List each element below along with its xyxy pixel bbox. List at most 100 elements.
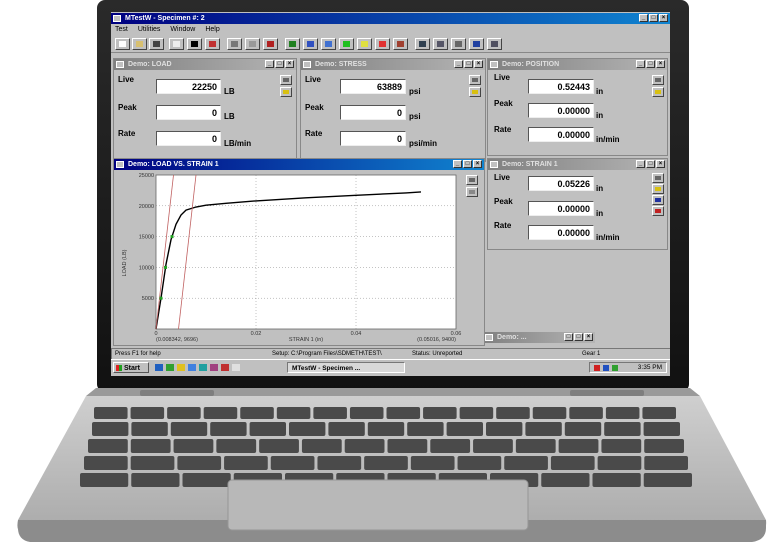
position-panel-title-bar[interactable]: Demo: POSITION _ □ ×: [488, 59, 667, 70]
stop-button[interactable]: [263, 38, 278, 50]
minimize-button[interactable]: _: [454, 60, 463, 68]
camera-icon: [419, 41, 426, 47]
maximize-button[interactable]: □: [649, 14, 658, 22]
stop-icon: [267, 41, 274, 47]
reset-button[interactable]: [652, 87, 664, 97]
copy-button[interactable]: [652, 75, 664, 85]
save-button[interactable]: [149, 38, 164, 50]
app-title-bar[interactable]: MTestW - Specimen #: 2 _ □ ×: [111, 13, 670, 24]
restore-button[interactable]: □: [564, 333, 573, 341]
ramp-button[interactable]: [393, 38, 408, 50]
notepad-icon[interactable]: [232, 364, 240, 371]
strain-rate-unit: in/min: [596, 233, 620, 242]
fos-button[interactable]: [375, 38, 390, 50]
close-button[interactable]: ×: [656, 160, 665, 168]
channel-button[interactable]: [652, 195, 664, 205]
keyboard-key: [130, 439, 171, 453]
browser-icon[interactable]: [188, 364, 196, 371]
load-panel-title-bar[interactable]: Demo: LOAD _ □ ×: [114, 59, 296, 70]
app-icon: [113, 15, 121, 22]
tools-button[interactable]: [451, 38, 466, 50]
yellow-button[interactable]: [357, 38, 372, 50]
volume-icon[interactable]: [603, 365, 609, 371]
monitor-button[interactable]: [303, 38, 318, 50]
menu-utilities[interactable]: Utilities: [138, 25, 161, 35]
green-square-button[interactable]: [285, 38, 300, 50]
camera-button[interactable]: [415, 38, 430, 50]
keyboard-key: [386, 407, 421, 419]
maximize-button[interactable]: □: [275, 60, 284, 68]
stress-peak-unit: psi: [409, 112, 421, 121]
keyboard-key: [515, 439, 556, 453]
menu-help[interactable]: Help: [205, 25, 219, 35]
maximize-button[interactable]: □: [646, 60, 655, 68]
close-button[interactable]: ×: [285, 60, 294, 68]
chart-line-button[interactable]: [205, 38, 220, 50]
copy-button[interactable]: [652, 173, 664, 183]
explorer-icon[interactable]: [166, 364, 174, 371]
maximize-button[interactable]: □: [463, 160, 472, 168]
strain-panel: Demo: STRAIN 1 _ □ × Live 0.05226 in Peak …: [487, 158, 668, 250]
minimize-button[interactable]: _: [636, 60, 645, 68]
close-button[interactable]: ×: [659, 14, 668, 22]
save-icon: [153, 41, 160, 47]
reset-button[interactable]: [280, 87, 292, 97]
menu-window[interactable]: Window: [170, 25, 195, 35]
green-arrow-button[interactable]: [339, 38, 354, 50]
close-button[interactable]: ×: [584, 333, 593, 341]
copy-chart-button[interactable]: [466, 175, 478, 185]
keyboard-key: [387, 439, 428, 453]
monitor-icon: [307, 41, 314, 47]
taskbar-task-mtestw[interactable]: MTestW - Specimen ...: [287, 362, 405, 373]
start-button[interactable]: Start: [113, 362, 149, 373]
minimized-window[interactable]: Demo: ... □ □ ×: [483, 332, 595, 343]
maximize-button[interactable]: □: [646, 160, 655, 168]
powerpoint-icon[interactable]: [221, 364, 229, 371]
desktop-icon[interactable]: [155, 364, 163, 371]
search-icon[interactable]: [177, 364, 185, 371]
start-label: Start: [124, 365, 140, 372]
keyboard-key: [423, 407, 457, 419]
keyboard-key: [240, 407, 274, 419]
print-chart-button[interactable]: [466, 187, 478, 197]
load-strain-chart[interactable]: 0 0.02 0.04 0.06500010000150002000025000 LO…: [114, 171, 464, 345]
close-button[interactable]: ×: [656, 60, 665, 68]
close-button[interactable]: ×: [473, 160, 482, 168]
page-button[interactable]: [169, 38, 184, 50]
maximize-button[interactable]: □: [574, 333, 583, 341]
up-arrow-button[interactable]: [321, 38, 336, 50]
minimize-button[interactable]: _: [639, 14, 648, 22]
menu-test[interactable]: Test: [115, 25, 128, 35]
help-button[interactable]: [469, 38, 484, 50]
minimize-button[interactable]: _: [265, 60, 274, 68]
stress-panel: Demo: STRESS _ □ × Live 63889 psi Peak 0 p…: [300, 58, 486, 162]
reset-button[interactable]: [652, 184, 664, 194]
chart-window: Demo: LOAD VS. STRAIN 1 _ □ × 0 0.02 0.04 0.0…: [113, 158, 485, 346]
copy-button[interactable]: [469, 75, 481, 85]
minimize-button[interactable]: _: [453, 160, 462, 168]
extensometer-button[interactable]: [652, 206, 664, 216]
copy-button[interactable]: [280, 75, 292, 85]
minimize-button[interactable]: _: [636, 160, 645, 168]
copy-button[interactable]: [227, 38, 242, 50]
network-icon[interactable]: [612, 365, 618, 371]
keyboard-button[interactable]: [433, 38, 448, 50]
tray-icon[interactable]: [594, 365, 600, 371]
word-icon[interactable]: [210, 364, 218, 371]
strain-panel-title-bar[interactable]: Demo: STRAIN 1 _ □ ×: [488, 159, 667, 170]
print-button[interactable]: [245, 38, 260, 50]
strain-live-unit: in: [596, 184, 604, 193]
keyboard-key: [177, 456, 222, 470]
chart-window-title-bar[interactable]: Demo: LOAD VS. STRAIN 1 _ □ ×: [114, 159, 484, 170]
crosshair-button[interactable]: [187, 38, 202, 50]
outlook-icon[interactable]: [199, 364, 207, 371]
new-button[interactable]: [115, 38, 130, 50]
cursor-button[interactable]: [487, 38, 502, 50]
extensometer-icon: [655, 209, 661, 213]
maximize-button[interactable]: □: [464, 60, 473, 68]
stress-panel-title-bar[interactable]: Demo: STRESS _ □ ×: [301, 59, 485, 70]
keyboard-key: [203, 407, 238, 419]
reset-button[interactable]: [469, 87, 481, 97]
open-button[interactable]: [132, 38, 147, 50]
close-button[interactable]: ×: [474, 60, 483, 68]
